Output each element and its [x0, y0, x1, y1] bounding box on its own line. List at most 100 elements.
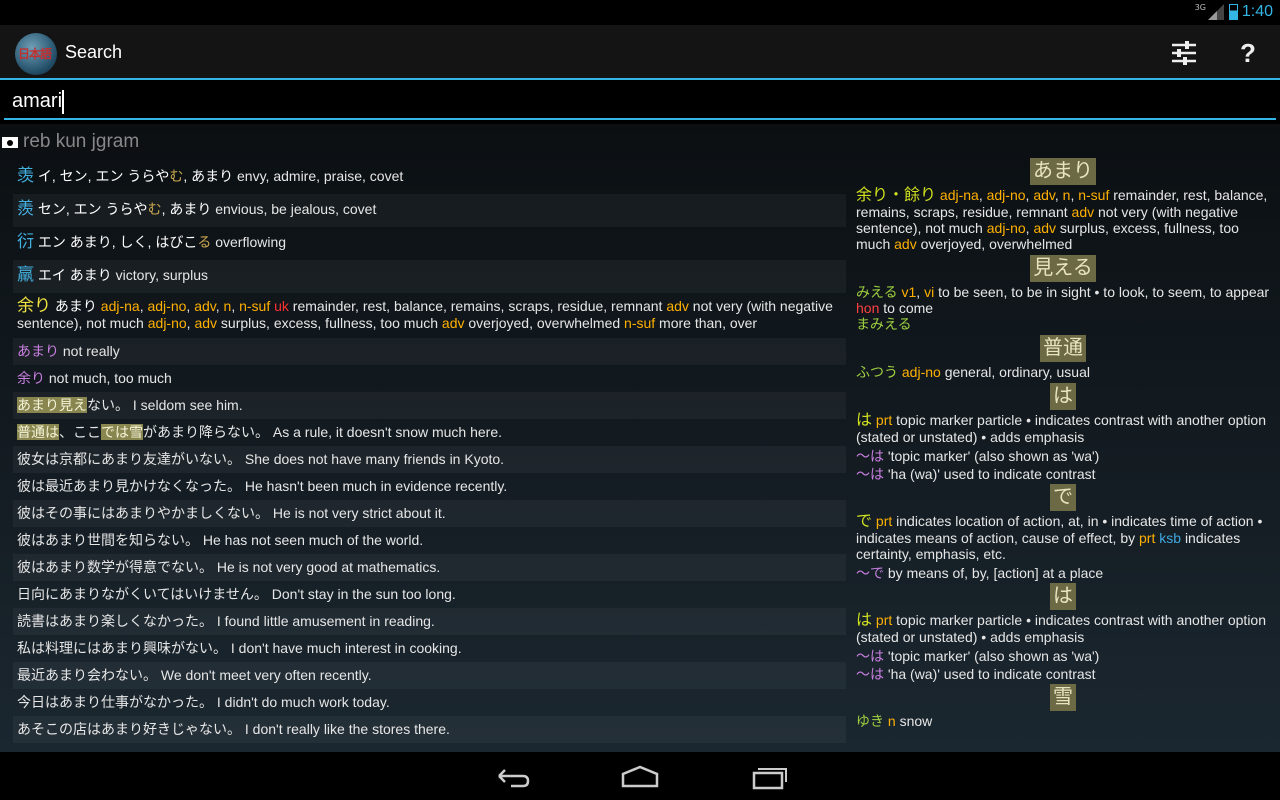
results-area: reb kun jgram 羡 イ, セン, エン うらやむ, あまり envy… [0, 124, 1280, 752]
kanji-result[interactable]: 衍 エン あまり, しく, はびこる overflowing [13, 227, 846, 260]
meaning: surplus, excess, fullness, too much [220, 315, 439, 331]
definition: は prt topic marker particle • indicates … [856, 412, 1270, 445]
pos-tag: adv [1033, 187, 1055, 203]
kanji-meaning: envy, admire, praise, covet [237, 168, 404, 184]
kanji-result[interactable]: 羡 イ, セン, エン うらやむ, あまり envy, admire, prai… [13, 161, 846, 194]
pos-tag: n-suf [239, 298, 271, 314]
sentence-en: We don't meet very often recently. [160, 667, 372, 683]
sentence-result[interactable]: 彼はその事にはあまりやかましくない。 He is not very strict… [13, 500, 846, 527]
search-bar [0, 82, 1280, 124]
phrase-line: 〜は 'ha (wa)' used to indicate contrast [856, 666, 1270, 682]
sentence-en: I found little amusement in reading. [216, 613, 435, 629]
sentence-result[interactable]: 最近あまり会わない。 We don't meet very often rece… [13, 662, 846, 689]
word-text: ゆき [856, 713, 884, 729]
recents-icon[interactable] [750, 762, 790, 792]
meaning: more than, over [659, 315, 758, 331]
definition: みえる v1, vi to be seen, to be in sight • … [856, 284, 1270, 332]
token-text: 雪 [1050, 684, 1076, 711]
status-bar: 3G 1:40 [0, 0, 1280, 25]
sentence-result[interactable]: 彼は最近あまり見かけなくなった。 He hasn't been much in … [13, 473, 846, 500]
sentence-jp: 私は料理にはあまり興味がない。 [17, 640, 227, 656]
phrase-meaning: 'ha (wa)' used to indicate contrast [887, 466, 1096, 482]
sentence-result[interactable]: あそこの店はあまり好きじゃない。 I don't really like the… [13, 716, 846, 743]
sentence-result[interactable]: あまり見えない。 I seldom see him. [13, 392, 846, 419]
phrase-text: 〜は [856, 648, 884, 664]
meaning: topic marker particle • indicates contra… [856, 612, 1266, 645]
definition: ゆき n snow [856, 713, 1270, 729]
pos-tag: adj-no [986, 220, 1026, 236]
sentence-result[interactable]: 彼女は京都にあまり友達がいない。 She does not have many … [13, 446, 846, 473]
phrase-meaning: by means of, by, [action] at a place [887, 565, 1104, 581]
sentence-result[interactable]: 普通は、ここでは雪があまり降らない。 As a rule, it doesn't… [13, 419, 846, 446]
meaning: overjoyed, overwhelmed [920, 236, 1073, 252]
sentence-jp: ない。 [87, 397, 129, 413]
sentence-en: Don't stay in the sun too long. [271, 586, 456, 602]
phrase-line: 〜は 'ha (wa)' used to indicate contrast [856, 466, 1270, 482]
token-heading[interactable]: は [856, 383, 1270, 410]
back-icon[interactable] [493, 762, 533, 792]
word-result[interactable]: 余り あまり adj-na, adj-no, adv, n, n-suf uk … [13, 293, 846, 338]
token-heading[interactable]: で [856, 484, 1270, 511]
sentence-result[interactable]: 今日はあまり仕事がなかった。 I didn't do much work tod… [13, 689, 846, 716]
phrase-text: 〜は [856, 448, 884, 464]
pos-tag: n-suf [1078, 187, 1110, 203]
pos-tag: adj-no [147, 298, 187, 314]
sentence-jp: あそこの店はあまり好きじゃない。 [17, 721, 241, 737]
action-bar: 日本語 Search ? [0, 25, 1280, 80]
uk-tag: uk [274, 298, 289, 314]
sentence-en: I don't have much interest in cooking. [230, 640, 462, 656]
token-heading[interactable]: は [856, 583, 1270, 610]
phrase-line: 〜は 'topic marker' (also shown as 'wa') [856, 648, 1270, 664]
token-heading[interactable]: 雪 [856, 684, 1270, 711]
phrase-result[interactable]: 余り not much, too much [13, 365, 846, 392]
highlight: あまり [17, 397, 59, 413]
highlight: で [101, 424, 115, 440]
token-heading[interactable]: 見える [856, 255, 1270, 282]
sentence-en: She does not have many friends in Kyoto. [244, 451, 505, 467]
sentence-result[interactable]: 彼はあまり世間を知らない。 He has not seen much of th… [13, 527, 846, 554]
word-text: 余り [17, 296, 51, 315]
kanji-readings: イ, セン, エン うらや [37, 168, 170, 184]
phrase-meaning: 'ha (wa)' used to indicate contrast [887, 666, 1096, 682]
phrase-result[interactable]: あまり not really [13, 338, 846, 365]
sentence-result[interactable]: 私は料理にはあまり興味がない。 I don't have much intere… [13, 635, 846, 662]
token-text: あまり [1030, 158, 1096, 185]
highlight: 雪 [129, 424, 143, 440]
sentence-en: He is not very strict about it. [272, 505, 446, 521]
pos-tag: adj-no [986, 187, 1026, 203]
logo-text: 日本語 [18, 47, 52, 61]
ksb-tag: ksb [1159, 530, 1182, 546]
hon-tag: hon [856, 300, 880, 316]
home-icon[interactable] [620, 762, 660, 792]
kanji-result[interactable]: 羨 セン, エン うらやむ, あまり envious, be jealous, … [13, 194, 846, 227]
token-heading[interactable]: 普通 [856, 335, 1270, 362]
sentence-result[interactable]: 彼はあまり数学が得意でない。 He is not very good at ma… [13, 554, 846, 581]
kanji-char: 羸 [17, 265, 34, 284]
token-heading[interactable]: あまり [856, 158, 1270, 185]
pos-tag: adj-no [901, 364, 941, 380]
phrase-line: 〜は 'topic marker' (also shown as 'wa') [856, 448, 1270, 464]
sliders-icon[interactable] [1168, 37, 1200, 69]
sentence-result[interactable]: 読書はあまり楽しくなかった。 I found little amusement … [13, 608, 846, 635]
highlight: は [45, 424, 59, 440]
definition: は prt topic marker particle • indicates … [856, 612, 1270, 645]
highlight: 普通 [17, 424, 45, 440]
meaning: remainder, rest, balance, remains, scrap… [292, 298, 663, 314]
search-input[interactable] [4, 84, 1276, 120]
pos-tag: adv [194, 315, 218, 331]
sentence-en: I didn't do much work today. [216, 694, 390, 710]
app-logo-icon[interactable]: 日本語 [15, 33, 57, 75]
meaning: to come [883, 300, 934, 316]
kanji-char: 羡 [17, 166, 34, 185]
token-text: は [1050, 383, 1076, 410]
navigation-bar [0, 752, 1280, 800]
kanji-result[interactable]: 羸 エイ あまり victory, surplus [13, 260, 846, 293]
phrase-meaning: not much, too much [48, 370, 172, 386]
phrase-meaning: not really [62, 343, 120, 359]
phrase-line: 〜で by means of, by, [action] at a place [856, 565, 1270, 581]
phrase-text: 〜は [856, 466, 884, 482]
sentence-jp: 日向にあまりながくいてはいけません。 [17, 586, 268, 602]
help-button[interactable]: ? [1232, 37, 1264, 69]
sentence-result[interactable]: 日向にあまりながくいてはいけません。 Don't stay in the sun… [13, 581, 846, 608]
sentence-en: I don't really like the stores there. [244, 721, 450, 737]
